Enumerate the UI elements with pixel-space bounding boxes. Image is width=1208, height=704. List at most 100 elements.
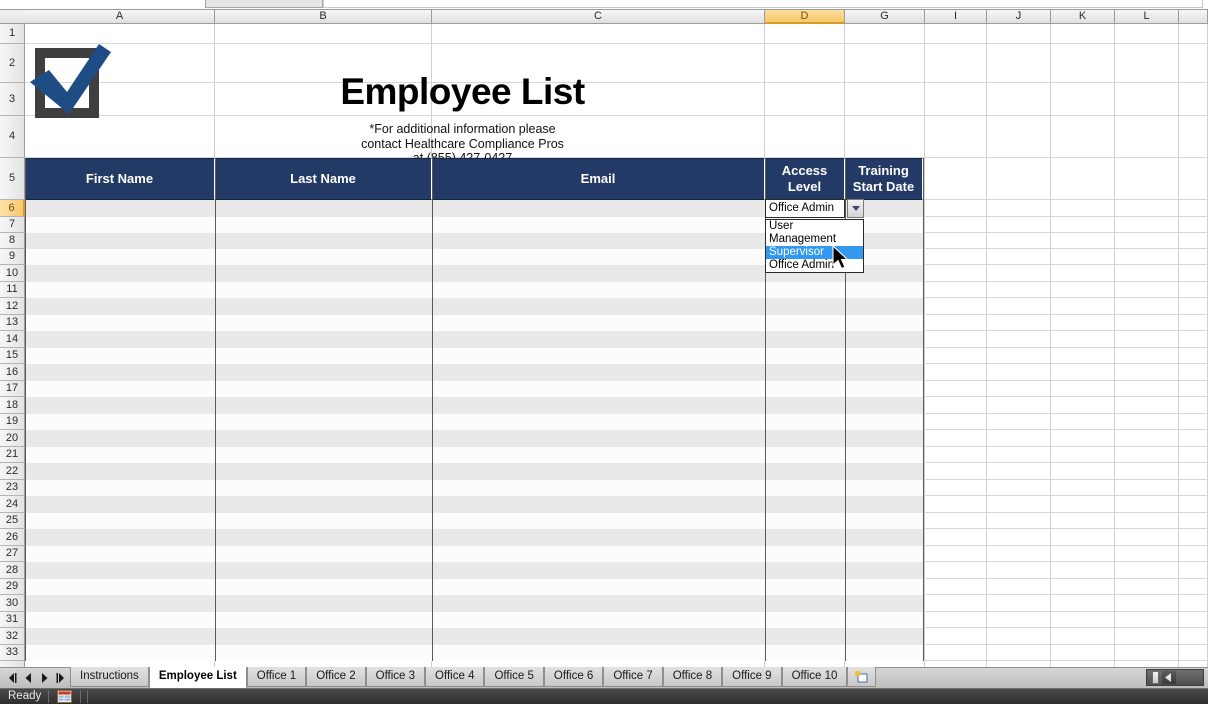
table-row[interactable] <box>25 628 923 645</box>
table-row[interactable] <box>25 529 923 546</box>
row-header-17[interactable]: 17 <box>0 381 25 397</box>
sheet-tab-instructions[interactable]: Instructions <box>70 667 149 687</box>
sheet-tab-employee-list[interactable]: Employee List <box>149 667 247 688</box>
sheet-tab-office-7[interactable]: Office 7 <box>603 667 662 687</box>
row-header-28[interactable]: 28 <box>0 562 25 579</box>
row-header-7[interactable]: 7 <box>0 217 25 233</box>
insert-worksheet-tab[interactable] <box>847 667 876 687</box>
row-header-23[interactable]: 23 <box>0 480 25 496</box>
subtitle-line-2: contact Healthcare Compliance Pros <box>245 137 680 152</box>
scroll-left-button[interactable] <box>1162 671 1176 684</box>
row-header-12[interactable]: 12 <box>0 298 25 315</box>
dropdown-option-user[interactable]: User <box>766 220 863 233</box>
row-header-31[interactable]: 31 <box>0 612 25 628</box>
first-sheet-button[interactable] <box>6 671 19 684</box>
row-header-13[interactable]: 13 <box>0 315 25 331</box>
table-row[interactable] <box>25 480 923 496</box>
column-header-i[interactable]: I <box>925 10 987 24</box>
column-header-g[interactable]: G <box>845 10 925 24</box>
sheet-tabs[interactable]: InstructionsEmployee ListOffice 1Office … <box>70 667 876 688</box>
table-row[interactable] <box>25 282 923 298</box>
sheet-tab-office-1[interactable]: Office 1 <box>247 667 306 687</box>
row-header-27[interactable]: 27 <box>0 546 25 562</box>
worksheet-grid[interactable]: Employee List *For additional informatio… <box>25 24 1208 667</box>
row-header-10[interactable]: 10 <box>0 265 25 282</box>
horizontal-scrollbar-thumb[interactable] <box>1152 671 1159 684</box>
status-divider <box>87 690 88 703</box>
row-header-33[interactable]: 33 <box>0 645 25 661</box>
sheet-nav-buttons[interactable] <box>3 669 67 686</box>
dropdown-selected-value[interactable]: Office Admin <box>765 199 845 218</box>
row-header-20[interactable]: 20 <box>0 430 25 447</box>
table-header-first-name: First Name <box>25 158 215 200</box>
table-row[interactable] <box>25 546 923 562</box>
worksheet-status-icon[interactable] <box>57 690 72 703</box>
row-header-14[interactable]: 14 <box>0 331 25 348</box>
table-row[interactable] <box>25 562 923 579</box>
sheet-tab-office-6[interactable]: Office 6 <box>544 667 603 687</box>
sheet-tab-office-2[interactable]: Office 2 <box>306 667 365 687</box>
table-row[interactable] <box>25 447 923 463</box>
table-row[interactable] <box>25 513 923 529</box>
next-sheet-button[interactable] <box>38 671 51 684</box>
sheet-tab-office-10[interactable]: Office 10 <box>782 667 848 687</box>
column-header-j[interactable]: J <box>987 10 1051 24</box>
column-header-b[interactable]: B <box>215 10 432 24</box>
row-header-29[interactable]: 29 <box>0 579 25 595</box>
table-row[interactable] <box>25 496 923 513</box>
row-header-15[interactable]: 15 <box>0 348 25 364</box>
column-header-blank[interactable] <box>1179 10 1208 24</box>
row-header-25[interactable]: 25 <box>0 513 25 529</box>
row-header-22[interactable]: 22 <box>0 463 25 480</box>
column-header-k[interactable]: K <box>1051 10 1115 24</box>
row-header-5[interactable]: 5 <box>0 158 25 200</box>
sheet-tab-office-5[interactable]: Office 5 <box>484 667 543 687</box>
row-header-24[interactable]: 24 <box>0 496 25 513</box>
dropdown-toggle-button[interactable] <box>847 199 864 218</box>
row-header-4[interactable]: 4 <box>0 116 25 158</box>
table-row[interactable] <box>25 348 923 364</box>
table-row[interactable] <box>25 612 923 628</box>
name-box[interactable] <box>205 0 323 8</box>
row-header-19[interactable]: 19 <box>0 414 25 430</box>
row-header-1[interactable]: 1 <box>0 24 25 44</box>
prev-sheet-button[interactable] <box>22 671 35 684</box>
sheet-tab-office-3[interactable]: Office 3 <box>366 667 425 687</box>
column-header-d[interactable]: D <box>765 10 845 24</box>
column-header-l[interactable]: L <box>1115 10 1179 24</box>
row-header-2[interactable]: 2 <box>0 44 25 83</box>
table-row[interactable] <box>25 315 923 331</box>
column-header-c[interactable]: C <box>432 10 765 24</box>
column-header-a[interactable]: A <box>25 10 215 24</box>
table-row[interactable] <box>25 430 923 447</box>
row-header-32[interactable]: 32 <box>0 628 25 645</box>
row-header-30[interactable]: 30 <box>0 595 25 612</box>
table-row[interactable] <box>25 397 923 414</box>
table-row[interactable] <box>25 331 923 348</box>
row-header-9[interactable]: 9 <box>0 249 25 265</box>
table-row[interactable] <box>25 595 923 612</box>
sheet-tab-office-8[interactable]: Office 8 <box>663 667 722 687</box>
table-row[interactable] <box>25 579 923 595</box>
first-sheet-icon <box>7 672 19 684</box>
excel-worksheet-window: ABCDGIJKL 123456789101112131415161718192… <box>0 0 1208 704</box>
row-header-18[interactable]: 18 <box>0 397 25 414</box>
row-header-11[interactable]: 11 <box>0 282 25 298</box>
table-row[interactable] <box>25 463 923 480</box>
sheet-tab-office-4[interactable]: Office 4 <box>425 667 484 687</box>
row-header-26[interactable]: 26 <box>0 529 25 546</box>
last-sheet-button[interactable] <box>54 671 67 684</box>
row-header-8[interactable]: 8 <box>0 233 25 249</box>
row-header-3[interactable]: 3 <box>0 83 25 116</box>
formula-input[interactable] <box>323 0 1203 8</box>
table-row[interactable] <box>25 414 923 430</box>
table-row[interactable] <box>25 381 923 397</box>
insert-sheet-icon <box>855 671 868 683</box>
row-header-6[interactable]: 6 <box>0 200 25 217</box>
table-row[interactable] <box>25 298 923 315</box>
row-header-21[interactable]: 21 <box>0 447 25 463</box>
sheet-tab-office-9[interactable]: Office 9 <box>722 667 781 687</box>
row-header-16[interactable]: 16 <box>0 364 25 381</box>
table-row[interactable] <box>25 645 923 661</box>
table-row[interactable] <box>25 364 923 381</box>
